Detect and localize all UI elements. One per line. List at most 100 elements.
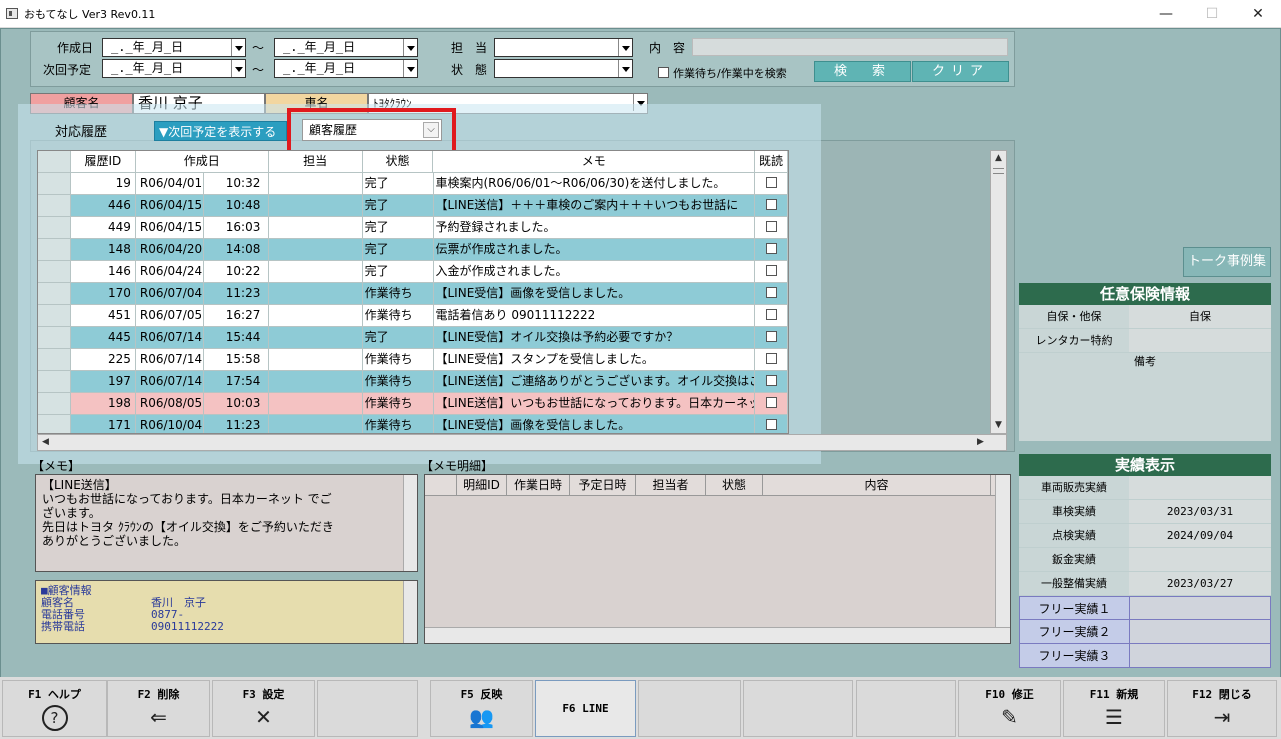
status-cell: 完了 bbox=[363, 217, 434, 238]
fkey-delete-button[interactable]: F2 削除 ⇐ bbox=[107, 680, 210, 737]
read-checkbox[interactable] bbox=[765, 397, 777, 408]
date-cell: R06/07/14 bbox=[136, 349, 204, 370]
results-key: 車両販売実績 bbox=[1041, 481, 1107, 494]
status-select[interactable] bbox=[494, 59, 633, 78]
table-row[interactable]: 171 R06/10/04 11:23 作業待ち 【LINE受信】画像を受信しました。 bbox=[38, 415, 788, 433]
created-from-input[interactable]: _._年_月_日 bbox=[102, 38, 246, 57]
fkey-help-button[interactable]: F1 ヘルプ? bbox=[2, 680, 107, 737]
chevron-down-icon[interactable] bbox=[403, 60, 417, 77]
staff-cell bbox=[269, 217, 363, 238]
detail-header-work[interactable]: 作業日時 bbox=[507, 475, 570, 495]
chevron-down-icon[interactable] bbox=[618, 39, 632, 56]
table-row[interactable]: 146 R06/04/24 10:22 完了 入金が作成されました。 bbox=[38, 261, 788, 283]
waiting-checkbox[interactable] bbox=[658, 67, 669, 78]
chevron-down-icon[interactable] bbox=[618, 60, 632, 77]
header-created[interactable]: 作成日 bbox=[136, 151, 269, 172]
note-field[interactable] bbox=[1019, 371, 1271, 441]
history-label: 対応履歴 bbox=[55, 125, 108, 140]
table-row[interactable]: 451 R06/07/05 16:27 作業待ち 電話着信あり 09011112222 bbox=[38, 305, 788, 327]
minimize-button[interactable]: — bbox=[1143, 0, 1189, 28]
next-to-input[interactable]: _._年_月_日 bbox=[274, 59, 418, 78]
read-checkbox[interactable] bbox=[765, 287, 777, 298]
info-scrollbar[interactable] bbox=[403, 581, 417, 643]
staff-cell bbox=[269, 195, 363, 216]
table-row[interactable]: 449 R06/04/15 16:03 完了 予約登録されました。 bbox=[38, 217, 788, 239]
content-input[interactable] bbox=[692, 38, 1008, 56]
history-id-cell: 449 bbox=[71, 217, 136, 238]
table-row[interactable]: 198 R06/08/05 10:03 作業待ち 【LINE送信】いつもお世話になってお… bbox=[38, 393, 788, 415]
scroll-up-icon[interactable]: ▲ bbox=[991, 151, 1006, 166]
scroll-thumb[interactable] bbox=[993, 168, 1004, 174]
next-from-input[interactable]: _._年_月_日 bbox=[102, 59, 246, 78]
table-row[interactable]: 197 R06/07/14 17:54 作業待ち 【LINE送信】ご連絡ありがとうござい… bbox=[38, 371, 788, 393]
read-checkbox[interactable] bbox=[765, 419, 777, 430]
detail-horizontal-scrollbar[interactable] bbox=[425, 627, 1010, 643]
status-cell: 完了 bbox=[363, 239, 434, 260]
detail-vertical-scrollbar[interactable] bbox=[995, 475, 1010, 627]
fkey-apply-button[interactable]: F5 反映 👥 bbox=[430, 680, 533, 737]
fkey-line-button[interactable]: F6 LINE bbox=[535, 680, 636, 737]
table-row[interactable]: 170 R06/07/04 11:23 作業待ち 【LINE受信】画像を受信しました。 bbox=[38, 283, 788, 305]
read-checkbox[interactable] bbox=[765, 243, 777, 254]
detail-header-id[interactable]: 明細ID bbox=[457, 475, 507, 495]
detail-header-content[interactable]: 内容 bbox=[763, 475, 991, 495]
header-id[interactable]: 履歴ID bbox=[71, 151, 136, 172]
scroll-right-icon[interactable]: ▶ bbox=[973, 435, 988, 450]
maximize-button[interactable]: ☐ bbox=[1189, 0, 1235, 28]
free-result-row: フリー実績２ bbox=[1019, 620, 1271, 644]
free-result-value[interactable] bbox=[1130, 644, 1270, 667]
scroll-left-icon[interactable]: ◀ bbox=[38, 435, 53, 450]
chevron-down-icon[interactable] bbox=[231, 39, 245, 56]
fkey-edit-button[interactable]: F10 修正 ✎ bbox=[958, 680, 1061, 737]
header-staff[interactable]: 担当 bbox=[269, 151, 363, 172]
header-memo[interactable]: メモ bbox=[433, 151, 756, 172]
history-id-cell: 148 bbox=[71, 239, 136, 260]
detail-header-plan[interactable]: 予定日時 bbox=[570, 475, 636, 495]
search-button[interactable]: 検 索 bbox=[814, 61, 911, 82]
detail-header-staff[interactable]: 担当者 bbox=[636, 475, 706, 495]
table-row[interactable]: 446 R06/04/15 10:48 完了 【LINE送信】＋＋＋車検のご案内＋＋＋い… bbox=[38, 195, 788, 217]
history-id-cell: 170 bbox=[71, 283, 136, 304]
read-checkbox[interactable] bbox=[765, 375, 777, 386]
grid-horizontal-scrollbar[interactable]: ◀ ▶ bbox=[37, 434, 1007, 451]
header-read[interactable]: 既読 bbox=[755, 151, 788, 172]
table-row[interactable]: 19 R06/04/01 10:32 完了 車検案内(R06/06/01～R06/06/… bbox=[38, 173, 788, 195]
fkey-settings-button[interactable]: F3 設定 ✕ bbox=[212, 680, 315, 737]
free-result-value[interactable] bbox=[1130, 620, 1270, 643]
staff-select[interactable] bbox=[494, 38, 633, 57]
memo-textarea[interactable]: 【LINE送信】 いつもお世話になっております。日本カーネット でご ざいます。… bbox=[35, 474, 418, 572]
customer-info-box[interactable]: ■顧客情報 顧客名 香川 京子 電話番号 0877- 携帯電話 09011112222 bbox=[35, 580, 418, 644]
staff-cell bbox=[269, 283, 363, 304]
fkey-new-button[interactable]: F11 新規 ☰ bbox=[1063, 680, 1165, 737]
read-checkbox[interactable] bbox=[765, 309, 777, 320]
read-checkbox[interactable] bbox=[765, 353, 777, 364]
status-cell: 作業待ち bbox=[363, 283, 434, 304]
table-row[interactable]: 148 R06/04/20 14:08 完了 伝票が作成されました。 bbox=[38, 239, 788, 261]
chevron-down-icon[interactable] bbox=[403, 39, 417, 56]
insurance-value[interactable]: 自保 bbox=[1129, 305, 1271, 328]
read-checkbox[interactable] bbox=[765, 199, 777, 210]
show-next-schedule-button[interactable]: ▼次回予定を表示する bbox=[154, 121, 287, 141]
insurance-value[interactable] bbox=[1129, 329, 1271, 352]
fkey-close-button[interactable]: F12 閉じる ⇥ bbox=[1167, 680, 1277, 737]
date-cell: R06/10/04 bbox=[136, 415, 204, 433]
table-row[interactable]: 445 R06/07/14 15:44 完了 【LINE受信】オイル交換は予約必要ですか… bbox=[38, 327, 788, 349]
read-checkbox[interactable] bbox=[765, 177, 777, 188]
header-status[interactable]: 状態 bbox=[363, 151, 434, 172]
clear-button[interactable]: クリア bbox=[912, 61, 1009, 82]
read-checkbox[interactable] bbox=[765, 265, 777, 276]
created-to-input[interactable]: _._年_月_日 bbox=[274, 38, 418, 57]
grid-vertical-scrollbar[interactable]: ▲ ▼ bbox=[990, 150, 1007, 434]
detail-header-status[interactable]: 状態 bbox=[706, 475, 763, 495]
talk-examples-button[interactable]: トーク事例集 bbox=[1183, 247, 1271, 277]
memo-scrollbar[interactable] bbox=[403, 475, 417, 571]
read-checkbox[interactable] bbox=[765, 221, 777, 232]
fkey-apply-icon: 👥 bbox=[469, 705, 494, 729]
chevron-down-icon[interactable] bbox=[231, 60, 245, 77]
free-result-value[interactable] bbox=[1130, 597, 1270, 619]
read-checkbox[interactable] bbox=[765, 331, 777, 342]
close-button[interactable]: ✕ bbox=[1235, 0, 1281, 28]
table-row[interactable]: 225 R06/07/14 15:58 作業待ち 【LINE受信】スタンプを受信しました… bbox=[38, 349, 788, 371]
scroll-down-icon[interactable]: ▼ bbox=[991, 418, 1006, 433]
row-header-cell bbox=[425, 475, 457, 495]
